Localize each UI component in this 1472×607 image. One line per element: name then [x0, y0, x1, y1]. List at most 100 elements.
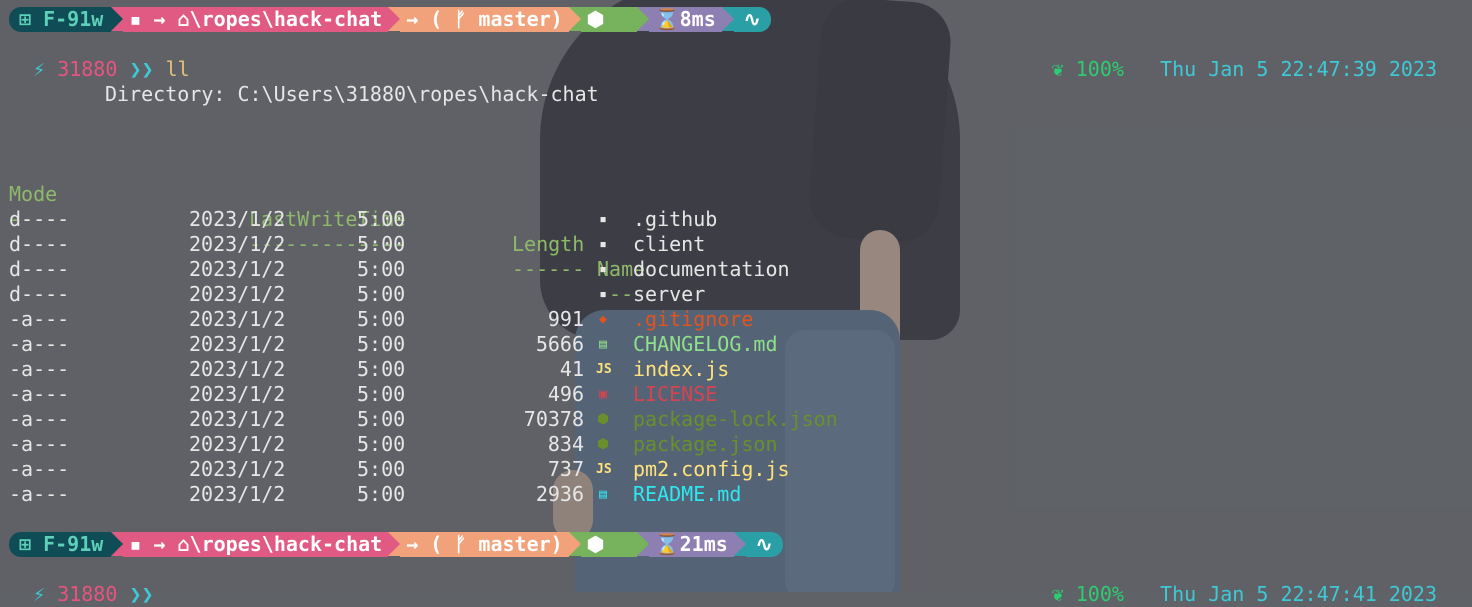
file-name[interactable]: .github [633, 207, 717, 232]
mode-cell: d---- [9, 207, 70, 231]
bolt-icon: ⚡ [33, 582, 46, 606]
time-cell: 5:00 [357, 207, 406, 231]
file-row: -a--- 2023/1/2 5:00 5666 ▤ CHANGELOG.md [9, 332, 909, 357]
date-cell: 2023/1/2 [189, 482, 286, 506]
mode-cell: -a--- [9, 482, 70, 506]
input-line-1: ⚡ 31880 ❯❯ ll [9, 32, 190, 81]
mode-cell: -a--- [9, 307, 70, 331]
prompt-bar-2: ⊞ F-91w ▪ → ⌂\ropes\hack-chat → ( ᚠ mast… [9, 532, 783, 557]
mode-cell: -a--- [9, 432, 70, 456]
length-cell: 834 [547, 432, 584, 456]
file-row: -a--- 2023/1/2 5:00 737 JS pm2.config.js [9, 457, 909, 482]
mode-cell: -a--- [9, 407, 70, 431]
prompt-git-segment: → ( ᚠ master) [400, 7, 569, 32]
time-cell: 5:00 [357, 457, 406, 481]
date-cell: 2023/1/2 [189, 207, 286, 231]
mode-cell: d---- [9, 282, 70, 306]
time-cell: 5:00 [357, 382, 406, 406]
hourglass-icon: ⌛ [654, 532, 680, 556]
prompt-status-segment: ∿ [733, 7, 771, 32]
sprout-icon: ❦ [1051, 582, 1064, 606]
listing-header: Mode LastWriteTime Length Name [9, 157, 909, 281]
time-cell: 5:00 [357, 407, 406, 431]
file-name[interactable]: index.js [633, 357, 729, 382]
file-name[interactable]: server [633, 282, 705, 307]
prompt-bar-1: ⊞ F-91w ▪ → ⌂\ropes\hack-chat → ( ᚠ mast… [9, 7, 771, 32]
status-right-1: ❦ 100% Thu Jan 5 22:47:39 2023 [1028, 32, 1437, 81]
file-row: -a--- 2023/1/2 5:00 991 ◆ .gitignore [9, 307, 909, 332]
length-cell: 5666 [535, 332, 584, 356]
time-cell: 5:00 [357, 357, 406, 381]
length-cell: 41 [559, 357, 584, 381]
file-name[interactable]: LICENSE [633, 382, 717, 407]
mode-cell: -a--- [9, 382, 70, 406]
prompt-number: 31880 [57, 582, 118, 606]
exec-time: 8ms [679, 7, 716, 31]
clock: Thu Jan 5 22:47:39 2023 [1160, 57, 1437, 81]
battery-level: 100% [1075, 57, 1124, 81]
nodejs-icon: ⬢ [597, 412, 609, 427]
battery-level: 100% [1075, 582, 1124, 606]
file-row: d---- 2023/1/2 5:00 ▪ client [9, 232, 909, 257]
command-text[interactable]: ll [166, 57, 190, 81]
folder-icon: ▪ [599, 237, 607, 252]
home-icon: ⌂ [177, 532, 190, 556]
javascript-icon: JS [596, 362, 612, 377]
prompt-exectime-segment: ⌛8ms [648, 7, 722, 32]
windows-icon: ⊞ [19, 532, 32, 556]
file-name[interactable]: .gitignore [633, 307, 753, 332]
current-path: \ropes\hack-chat [189, 7, 383, 31]
nodejs-icon: ⬢ [586, 532, 605, 556]
mode-cell: -a--- [9, 457, 70, 481]
length-cell: 737 [547, 457, 584, 481]
folder-icon: ▪ [129, 532, 142, 556]
bolt-icon: ⚡ [33, 57, 46, 81]
changelog-icon: ▤ [599, 337, 607, 352]
file-row: d---- 2023/1/2 5:00 ▪ documentation [9, 257, 909, 282]
directory-label: Directory: C:\Users\31880\ropes\hack-cha… [105, 82, 599, 106]
date-cell: 2023/1/2 [189, 332, 286, 356]
prompt-git-segment: → ( ᚠ master) [400, 532, 569, 557]
sprout-icon: ❦ [1051, 57, 1064, 81]
folder-icon: ▪ [599, 287, 607, 302]
prompt-path-segment: ▪ → ⌂\ropes\hack-chat [123, 7, 389, 32]
exec-time: 21ms [679, 532, 728, 556]
listing-header-underline: ---- ------------- ------ ---- [9, 207, 646, 306]
time-cell: 5:00 [357, 257, 406, 281]
input-line-2[interactable]: ⚡ 31880 ❯❯ [9, 557, 153, 606]
prompt-status-segment: ∿ [745, 532, 783, 557]
host-name: F-91w [43, 532, 104, 556]
file-name[interactable]: client [633, 232, 705, 257]
clock: Thu Jan 5 22:47:41 2023 [1160, 582, 1437, 606]
file-name[interactable]: package-lock.json [633, 407, 838, 432]
javascript-icon: JS [596, 462, 612, 477]
current-path: \ropes\hack-chat [189, 532, 383, 556]
file-row: d---- 2023/1/2 5:00 ▪ server [9, 282, 909, 307]
file-name[interactable]: documentation [633, 257, 790, 282]
length-cell: 991 [547, 307, 584, 331]
date-cell: 2023/1/2 [189, 282, 286, 306]
prompt-exectime-segment: ⌛21ms [648, 532, 734, 557]
git-branch: → ( ᚠ master) [406, 7, 563, 31]
windows-icon: ⊞ [19, 7, 32, 31]
file-name[interactable]: README.md [633, 482, 741, 507]
time-cell: 5:00 [357, 307, 406, 331]
folder-icon: ▪ [599, 262, 607, 277]
mode-cell: -a--- [9, 357, 70, 381]
home-icon: ⌂ [177, 7, 190, 31]
pulse-icon: ∿ [755, 532, 773, 556]
file-name[interactable]: package.json [633, 432, 778, 457]
mode-cell: d---- [9, 257, 70, 281]
date-cell: 2023/1/2 [189, 307, 286, 331]
mode-cell: d---- [9, 232, 70, 256]
license-icon: ▣ [599, 387, 607, 402]
file-name[interactable]: CHANGELOG.md [633, 332, 778, 357]
file-row: -a--- 2023/1/2 5:00 2936 ▤ README.md [9, 482, 909, 507]
time-cell: 5:00 [357, 232, 406, 256]
length-cell: 2936 [535, 482, 584, 506]
date-cell: 2023/1/2 [189, 257, 286, 281]
status-right-2: ❦ 100% Thu Jan 5 22:47:41 2023 [1028, 557, 1437, 606]
pulse-icon: ∿ [743, 7, 761, 31]
git-branch: → ( ᚠ master) [406, 532, 563, 556]
file-name[interactable]: pm2.config.js [633, 457, 790, 482]
